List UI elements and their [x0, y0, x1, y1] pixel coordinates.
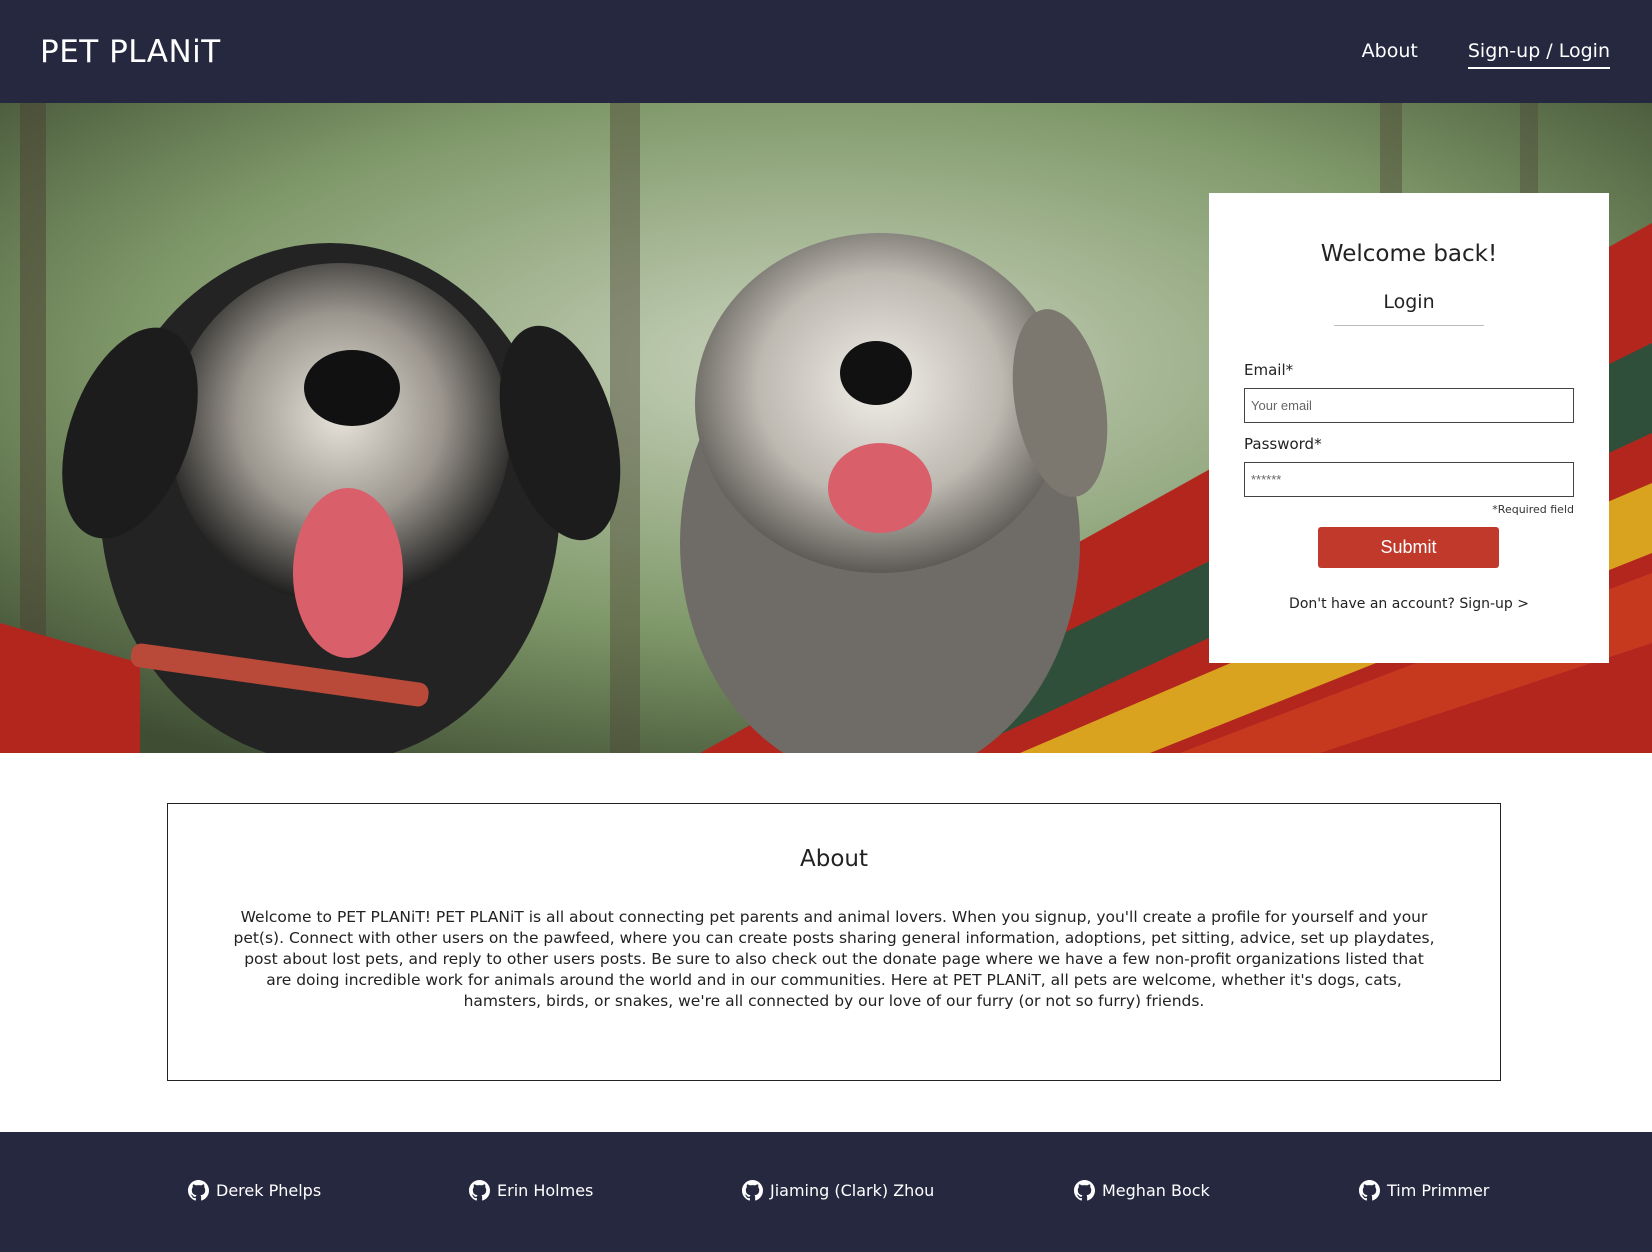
- about-body: Welcome to PET PLANiT! PET PLANiT is all…: [233, 908, 1435, 1010]
- password-field[interactable]: [1244, 462, 1574, 497]
- github-icon: [1359, 1180, 1380, 1201]
- login-card: Welcome back! Login Email* Password* *Re…: [1209, 193, 1609, 663]
- signup-link[interactable]: Don't have an account? Sign-up >: [1209, 596, 1609, 612]
- credit-link-meghan-bock[interactable]: Meghan Bock: [1074, 1180, 1210, 1201]
- main-nav: About Sign-up / Login: [1362, 40, 1610, 69]
- site-footer: Derek Phelps Erin Holmes Jiaming (Clark)…: [0, 1132, 1652, 1252]
- required-field-note: *Required field: [1492, 503, 1574, 516]
- credit-name: Jiaming (Clark) Zhou: [770, 1181, 935, 1200]
- about-section: About Welcome to PET PLANiT! PET PLANiT …: [167, 803, 1501, 1081]
- credit-name: Derek Phelps: [216, 1181, 322, 1200]
- credit-link-derek-phelps[interactable]: Derek Phelps: [188, 1180, 321, 1201]
- nav-signup-login-link[interactable]: Sign-up / Login: [1467, 40, 1610, 69]
- github-icon: [188, 1180, 209, 1201]
- credit-link-erin-holmes[interactable]: Erin Holmes: [469, 1180, 593, 1201]
- password-label: Password*: [1244, 435, 1322, 453]
- login-subtitle: Login: [1334, 291, 1484, 326]
- hero-image: Welcome back! Login Email* Password* *Re…: [0, 103, 1652, 753]
- site-header: PET PLANiT About Sign-up / Login: [0, 0, 1652, 103]
- credit-name: Erin Holmes: [497, 1181, 594, 1200]
- email-label: Email*: [1244, 361, 1294, 379]
- credit-link-jiaming-zhou[interactable]: Jiaming (Clark) Zhou: [742, 1180, 934, 1201]
- brand-logo[interactable]: PET PLANiT: [40, 34, 221, 70]
- credit-name: Tim Primmer: [1387, 1181, 1490, 1200]
- github-icon: [1074, 1180, 1095, 1201]
- nav-about-link[interactable]: About: [1362, 40, 1418, 69]
- credit-link-tim-primmer[interactable]: Tim Primmer: [1359, 1180, 1489, 1201]
- github-icon: [742, 1180, 763, 1201]
- credit-name: Meghan Bock: [1102, 1181, 1210, 1200]
- submit-button[interactable]: Submit: [1318, 527, 1499, 568]
- email-field[interactable]: [1244, 388, 1574, 423]
- login-title: Welcome back!: [1320, 241, 1498, 267]
- about-title: About: [799, 846, 868, 872]
- github-icon: [469, 1180, 490, 1201]
